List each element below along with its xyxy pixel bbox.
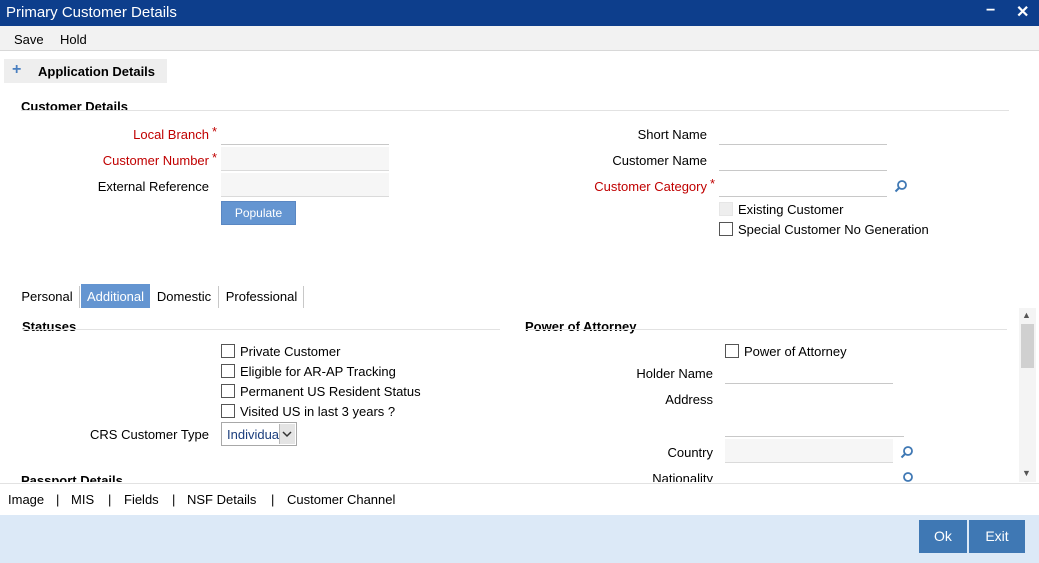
local-branch-label: Local Branch [133,127,209,142]
populate-button[interactable]: Populate [221,201,296,225]
tab-domestic[interactable]: Domestic [152,284,216,308]
visited-us-label: Visited US in last 3 years ? [240,404,396,419]
statuses-heading: Statuses [22,319,77,334]
required-marker: * [212,124,218,139]
special-customer-no-generation-label: Special Customer No Generation [738,222,929,237]
expand-plus-icon: + [12,61,22,78]
special-customer-no-generation-checkbox[interactable] [719,222,733,236]
holder-name-field[interactable] [725,360,893,384]
vertical-scrollbar[interactable]: ▲ ▼ [1019,308,1036,482]
fields-link[interactable]: Fields [124,492,159,507]
tab-separator [303,286,304,308]
required-marker: * [710,176,716,191]
scroll-down-icon[interactable]: ▼ [1022,468,1031,478]
link-separator: | [56,492,60,507]
private-customer-label: Private Customer [240,344,341,359]
permanent-us-resident-label: Permanent US Resident Status [240,384,421,399]
customer-name-field[interactable] [719,147,887,171]
power-of-attorney-checkbox[interactable] [725,344,739,358]
required-marker: * [212,150,218,165]
external-reference-field[interactable] [221,173,389,197]
private-customer-checkbox[interactable] [221,344,235,358]
tab-additional[interactable]: Additional [81,284,150,308]
window-title: Primary Customer Details [6,4,177,21]
visited-us-checkbox[interactable] [221,404,235,418]
power-of-attorney-divider [525,329,1007,330]
short-name-label: Short Name [637,127,707,142]
existing-customer-checkbox [719,202,733,216]
nationality-label: Nationality [652,471,713,482]
exit-button[interactable]: Exit [969,520,1025,553]
customer-number-field[interactable] [221,147,389,171]
application-details-label: Application Details [38,64,156,79]
link-separator: | [271,492,275,507]
scrollbar-thumb[interactable] [1021,324,1034,368]
link-separator: | [172,492,176,507]
country-field[interactable] [725,439,893,463]
tab-separator [79,286,80,308]
statuses-divider [22,329,500,330]
save-menu-item[interactable]: Save [14,32,44,47]
tab-separator [218,286,219,308]
bottom-action-bar: Ok Exit [0,515,1039,563]
close-icon[interactable]: ✕ [1016,2,1029,22]
crs-customer-type-value: Individual [227,427,282,442]
customer-name-label: Customer Name [612,153,707,168]
footer-links-bar: Image | MIS | Fields | NSF Details | Cus… [0,483,1039,515]
search-icon[interactable] [900,445,914,459]
customer-category-field[interactable] [719,173,887,197]
address-label: Address [665,392,713,407]
power-of-attorney-heading: Power of Attorney [525,319,637,334]
hold-menu-item[interactable]: Hold [60,32,87,47]
external-reference-label: External Reference [97,179,209,194]
menu-bar: Save Hold [0,26,1039,51]
eligible-ar-ap-checkbox[interactable] [221,364,235,378]
scroll-up-icon[interactable]: ▲ [1022,310,1031,320]
holder-name-label: Holder Name [636,366,713,381]
tab-personal[interactable]: Personal [18,284,76,308]
eligible-ar-ap-label: Eligible for AR-AP Tracking [240,364,396,379]
ok-button[interactable]: Ok [919,520,967,553]
customer-channel-link[interactable]: Customer Channel [287,492,395,507]
tab-professional[interactable]: Professional [221,284,302,308]
local-branch-field[interactable] [221,121,389,145]
existing-customer-label: Existing Customer [738,202,844,217]
dropdown-arrow-icon[interactable] [279,424,295,444]
search-icon[interactable] [900,471,914,482]
customer-details-heading: Customer Details [21,99,128,114]
link-separator: | [108,492,112,507]
crs-customer-type-label: CRS Customer Type [90,427,209,442]
power-of-attorney-label: Power of Attorney [744,344,847,359]
crs-customer-type-select[interactable]: Individual [221,422,297,446]
address-field[interactable] [725,386,904,437]
passport-details-heading: Passport Details [21,473,123,482]
country-label: Country [667,445,713,460]
customer-category-label: Customer Category [594,179,707,194]
short-name-field[interactable] [719,121,887,145]
window-titlebar: Primary Customer Details − ✕ [0,0,1039,26]
section-divider [21,110,1009,111]
customer-number-label: Customer Number [102,153,209,168]
nsf-details-link[interactable]: NSF Details [187,492,256,507]
image-link[interactable]: Image [8,492,44,507]
application-details-toggle[interactable]: + Application Details [4,59,167,83]
permanent-us-resident-checkbox[interactable] [221,384,235,398]
minimize-icon[interactable]: − [986,2,995,20]
search-icon[interactable] [894,179,908,193]
mis-link[interactable]: MIS [71,492,94,507]
